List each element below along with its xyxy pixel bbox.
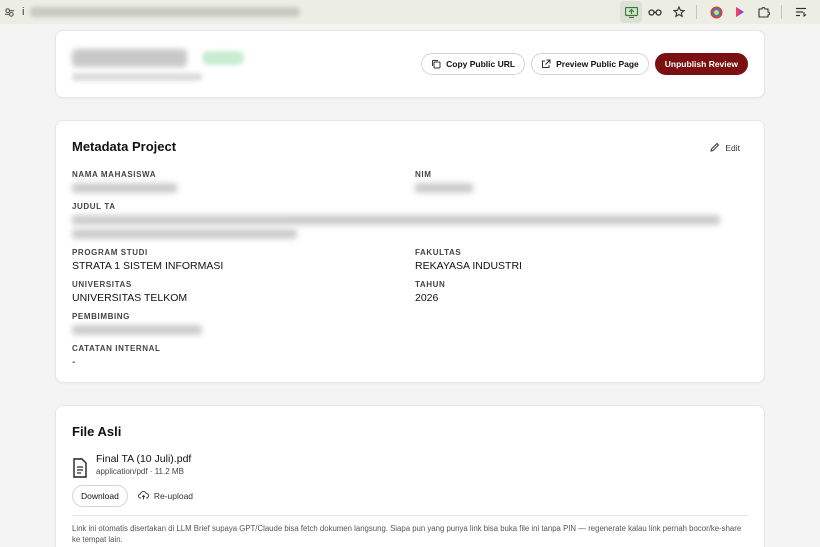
divider — [72, 515, 748, 516]
field-label: PEMBIMBING — [72, 312, 130, 321]
toolbar-divider-2 — [781, 5, 782, 19]
file-item: Final TA (10 Juli).pdf application/pdf ·… — [72, 453, 191, 478]
unpublish-review-label: Unpublish Review — [664, 59, 738, 69]
url-redacted — [30, 7, 300, 17]
site-settings-icon[interactable] — [4, 6, 16, 18]
preview-public-page-label: Preview Public Page — [556, 59, 639, 69]
field-nama-mahasiswa: NAMA MAHASISWA — [72, 170, 372, 193]
field-label: NIM — [415, 170, 432, 179]
address-bar[interactable]: i — [0, 6, 300, 18]
browser-toolbar: i — [0, 0, 820, 24]
upload-cloud-icon — [137, 490, 149, 502]
field-nim: NIM — [415, 170, 715, 193]
field-value: Rekayasa Industri — [415, 260, 522, 272]
field-catatan-internal: CATATAN INTERNAL - — [72, 344, 372, 368]
toolbar-divider — [696, 5, 697, 19]
project-title-redacted — [72, 49, 187, 67]
file-link-note: Link ini otomatis disertakan di LLM Brie… — [72, 524, 742, 544]
field-universitas: UNIVERSITAS Universitas Telkom — [72, 280, 372, 304]
field-label: TAHUN — [415, 280, 446, 289]
field-label: UNIVERSITAS — [72, 280, 132, 289]
screen-share-icon[interactable] — [620, 1, 642, 23]
file-card: File Asli Final TA (10 Juli).pdf applica… — [55, 405, 765, 547]
project-header-card: Copy Public URL Preview Public Page Unpu… — [55, 30, 765, 98]
field-value-redacted-2 — [72, 229, 297, 239]
document-icon — [72, 458, 88, 478]
file-name: Final TA (10 Juli).pdf — [96, 453, 192, 465]
field-label: CATATAN INTERNAL — [72, 344, 161, 353]
field-tahun: TAHUN 2026 — [415, 280, 715, 304]
bookmark-star-icon[interactable] — [668, 1, 690, 23]
field-value: - — [72, 356, 76, 368]
url-text[interactable]: i — [22, 6, 24, 18]
password-key-icon[interactable] — [644, 1, 666, 23]
field-label: FAKULTAS — [415, 248, 462, 257]
reupload-label: Re-upload — [153, 491, 194, 501]
project-subtitle-redacted — [72, 73, 202, 81]
metadata-card: Metadata Project Edit NAMA MAHASISWA NIM… — [55, 120, 765, 383]
file-title: File Asli — [72, 424, 122, 439]
file-meta: application/pdf · 11.2 MB — [96, 467, 184, 476]
edit-button[interactable]: Edit — [710, 142, 740, 154]
preview-public-page-button[interactable]: Preview Public Page — [531, 53, 649, 75]
reupload-button[interactable]: Re-upload — [137, 490, 194, 502]
field-program-studi: PROGRAM STUDI Strata 1 Sistem Informasi — [72, 248, 372, 272]
external-link-icon — [541, 59, 551, 69]
field-label: PROGRAM STUDI — [72, 248, 148, 257]
copy-icon — [431, 59, 441, 69]
field-judul-ta: JUDUL TA — [72, 202, 722, 239]
copy-public-url-button[interactable]: Copy Public URL — [421, 53, 526, 75]
field-value-redacted — [72, 325, 202, 335]
download-button[interactable]: Download — [72, 485, 128, 507]
field-value-redacted — [415, 183, 473, 193]
field-label: JUDUL TA — [72, 202, 116, 211]
metadata-title: Metadata Project — [72, 139, 177, 154]
field-fakultas: FAKULTAS Rekayasa Industri — [415, 248, 715, 272]
extension-color-icon[interactable] — [729, 1, 751, 23]
unpublish-review-button[interactable]: Unpublish Review — [654, 53, 748, 75]
field-value: Universitas Telkom — [72, 292, 188, 304]
field-value: Strata 1 Sistem Informasi — [72, 260, 224, 272]
field-value: 2026 — [415, 292, 439, 304]
field-label: NAMA MAHASISWA — [72, 170, 157, 179]
edit-label: Edit — [725, 143, 740, 153]
chrome-profile-icon[interactable] — [705, 1, 727, 23]
copy-public-url-label: Copy Public URL — [446, 59, 516, 69]
field-value-redacted — [72, 215, 720, 225]
reading-list-icon[interactable] — [790, 1, 812, 23]
extensions-puzzle-icon[interactable] — [753, 1, 775, 23]
field-value-redacted — [72, 183, 177, 193]
status-badge — [202, 51, 244, 65]
pencil-icon — [710, 142, 720, 154]
field-pembimbing: PEMBIMBING — [72, 312, 372, 335]
